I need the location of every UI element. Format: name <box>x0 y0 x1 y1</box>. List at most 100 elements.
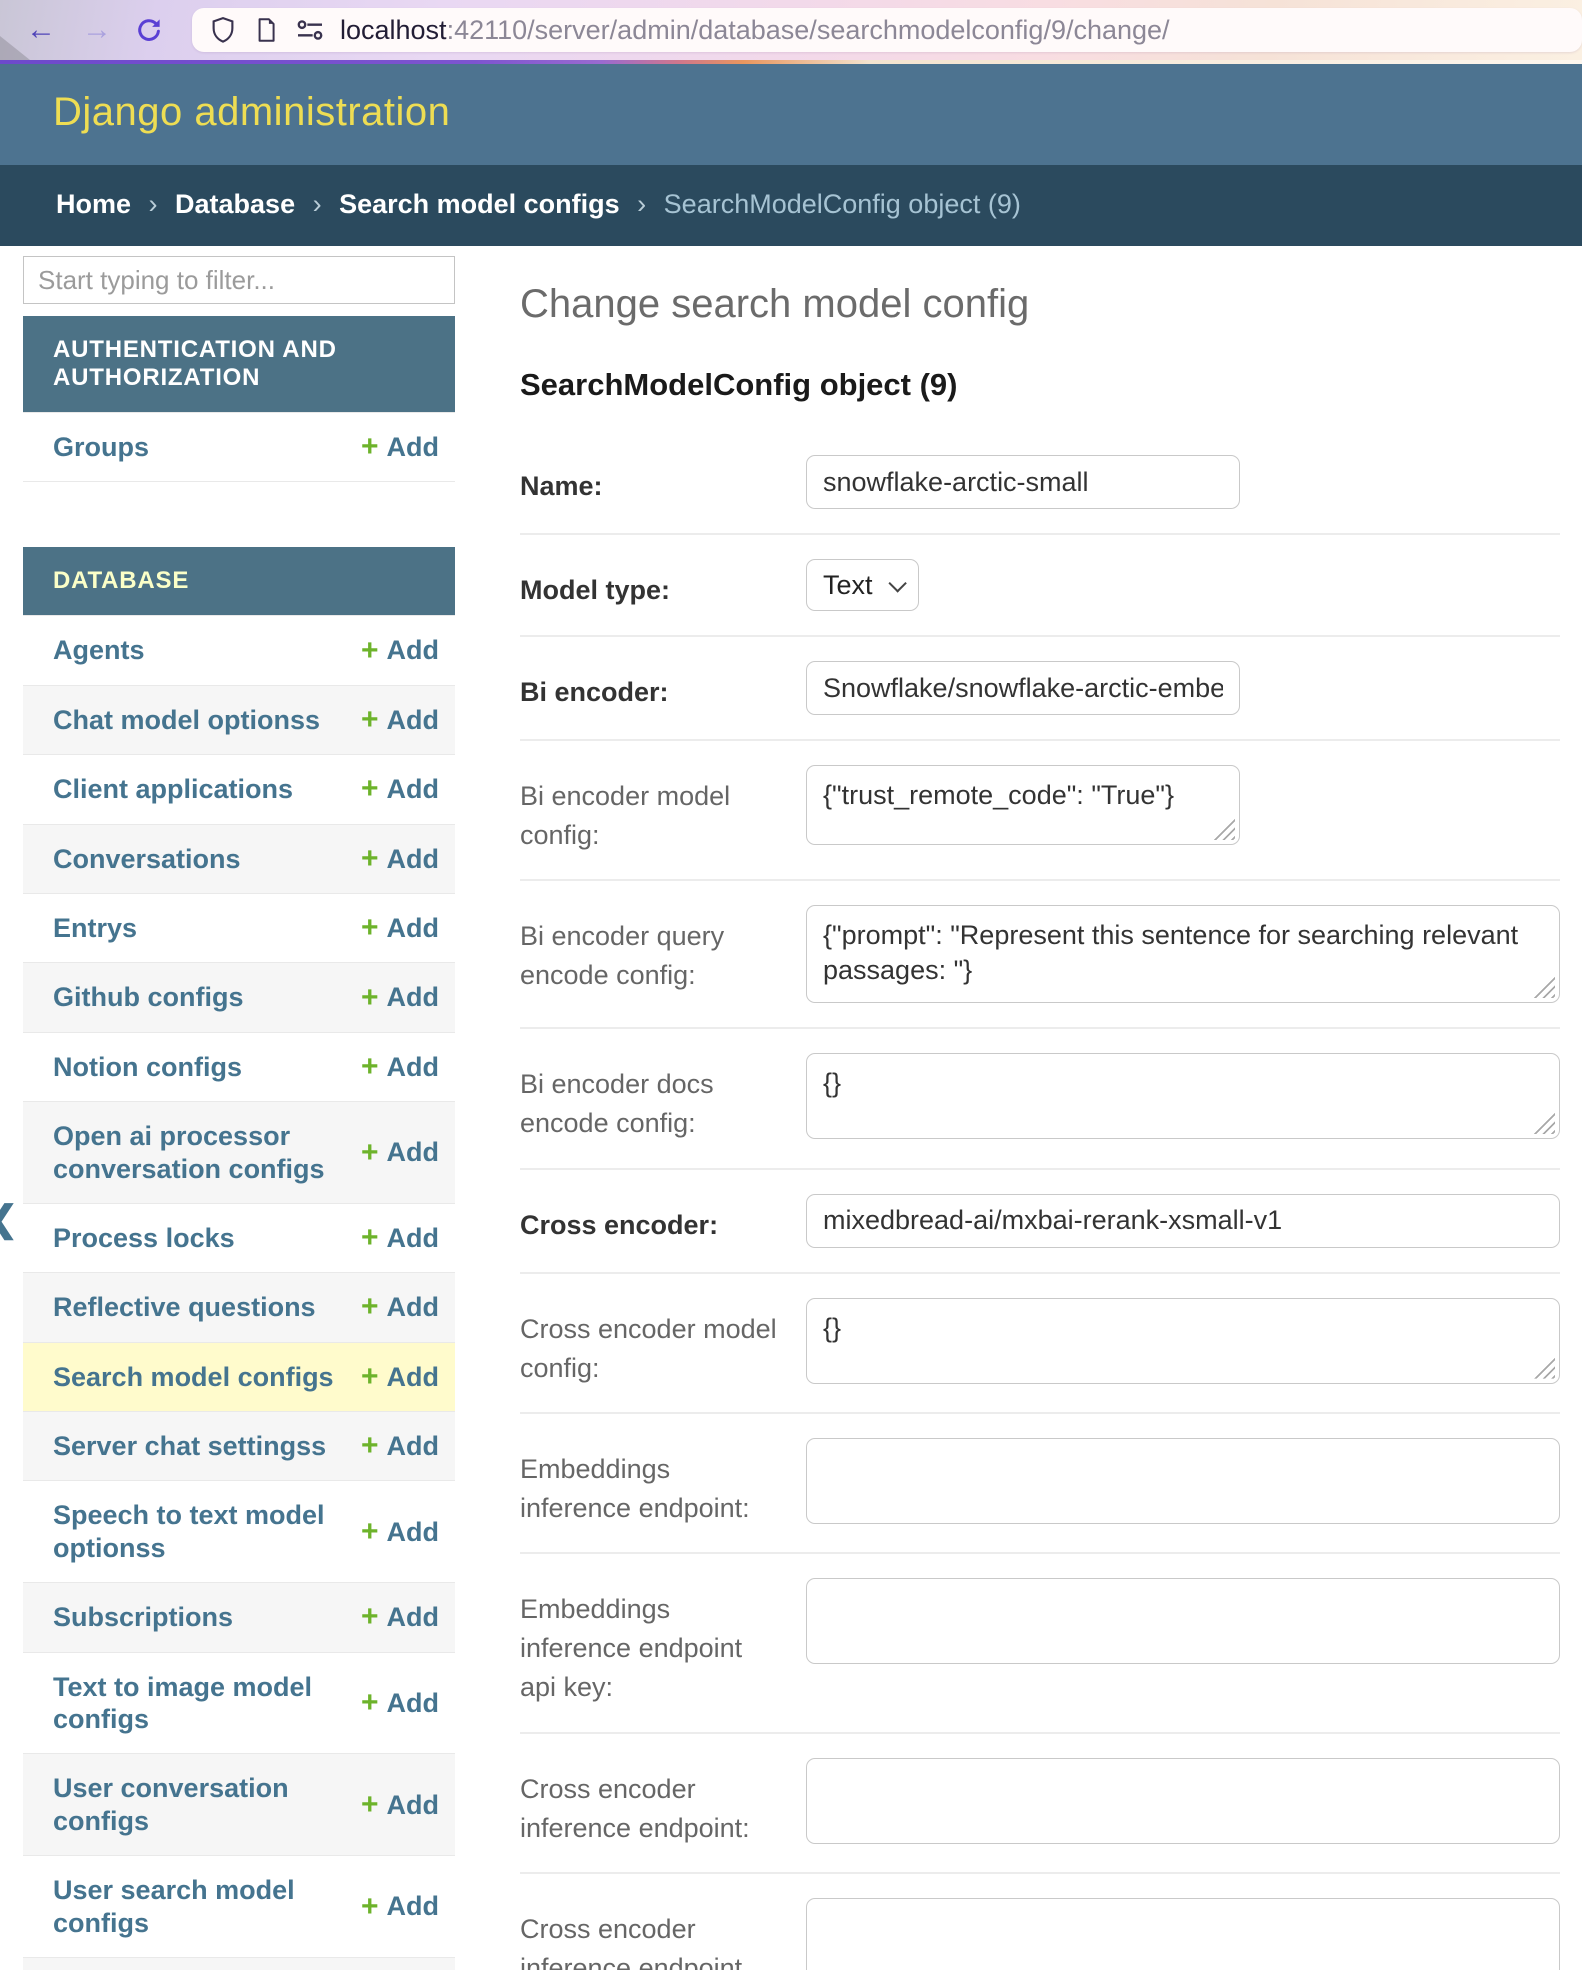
add-search-model-configs-button[interactable]: +Add <box>361 1361 439 1393</box>
browser-refresh-button[interactable] <box>134 15 164 45</box>
add-agents-button[interactable]: +Add <box>361 634 439 666</box>
plus-icon: + <box>361 636 379 666</box>
add-conversations-button[interactable]: +Add <box>361 843 439 875</box>
sidebar-link-groups[interactable]: Groups <box>53 431 149 463</box>
sidebar-item-user-search-model-configs[interactable]: User search model configs+Add <box>23 1855 455 1957</box>
plus-icon: + <box>361 1517 379 1547</box>
add-subscriptions-button[interactable]: +Add <box>361 1601 439 1633</box>
breadcrumb-link-database[interactable]: Database <box>175 189 295 219</box>
name-input[interactable] <box>806 455 1240 509</box>
breadcrumb-link-home[interactable]: Home <box>56 189 131 219</box>
embeddings-inference-endpoint-input[interactable] <box>806 1438 1560 1524</box>
chevron-down-icon <box>888 574 906 592</box>
add-label: Add <box>387 1291 439 1323</box>
sidebar-item-open-ai-processor-conversation-configs[interactable]: Open ai processor conversation configs+A… <box>23 1101 455 1203</box>
sidebar-item-server-chat-settingss[interactable]: Server chat settingss +Add <box>23 1411 455 1480</box>
embeddings-inference-endpoint-api-key-field <box>806 1578 1560 1664</box>
add-label: Add <box>387 843 439 875</box>
breadcrumb-link-search-model-configs[interactable]: Search model configs <box>339 189 620 219</box>
sidebar-link-entrys[interactable]: Entrys <box>53 912 137 944</box>
sidebar-item-reflective-questions[interactable]: Reflective questions +Add <box>23 1272 455 1341</box>
plus-icon: + <box>361 432 379 462</box>
browser-forward-button[interactable]: → <box>82 15 112 45</box>
sidebar-link-conversations[interactable]: Conversations <box>53 843 241 875</box>
sidebar-link-text-to-image-model-configs[interactable]: Text to image model configs <box>53 1671 353 1736</box>
embeddings-inference-endpoint-api-key-input[interactable] <box>806 1578 1560 1664</box>
sidebar-item-search-model-configs[interactable]: Search model configs +Add <box>23 1342 455 1411</box>
sidebar-item-groups[interactable]: Groups +Add <box>23 412 455 481</box>
add-notion-configs-button[interactable]: +Add <box>361 1051 439 1083</box>
sidebar-link-subscriptions[interactable]: Subscriptions <box>53 1601 233 1633</box>
add-chat-model-optionss-button[interactable]: +Add <box>361 704 439 736</box>
breadcrumb-separator: › <box>305 189 329 219</box>
sidebar-link-agents[interactable]: Agents <box>53 634 145 666</box>
sidebar-link-client-applications[interactable]: Client applications <box>53 773 293 805</box>
sidebar-link-user-search-model-configs[interactable]: User search model configs <box>53 1874 353 1939</box>
plus-icon: + <box>361 705 379 735</box>
bi-encoder-model-config-textarea[interactable] <box>806 765 1240 845</box>
shield-icon <box>208 14 238 46</box>
form-row-cross-encoder-inference-endpoint-api-key: Cross encoder inference endpoint api key… <box>520 1874 1560 1970</box>
model-type-select[interactable]: Text <box>806 559 919 611</box>
add-server-chat-settingss-button[interactable]: +Add <box>361 1430 439 1462</box>
sidebar-item-user-conversation-configs[interactable]: User conversation configs+Add <box>23 1753 455 1855</box>
add-process-locks-button[interactable]: +Add <box>361 1222 439 1254</box>
bi-encoder-input[interactable] <box>806 661 1240 715</box>
add-text-to-image-model-configs-button[interactable]: +Add <box>361 1687 439 1719</box>
name-field <box>806 455 1240 509</box>
sidebar-item-speech-to-text-model-optionss[interactable]: Speech to text model optionss + Add <box>23 1480 455 1582</box>
sidebar-section-database: DATABASE <box>23 547 455 615</box>
sidebar-item-conversations[interactable]: Conversations +Add <box>23 824 455 893</box>
sidebar-item-user-voice-model-configs[interactable]: User voice model configs+Add <box>23 1957 455 1970</box>
add-speech-to-text-model-optionss-button[interactable]: + Add <box>361 1516 439 1548</box>
add-label: Add <box>387 1516 439 1548</box>
change-form: Name:Model type:TextBi encoder:Bi encode… <box>520 431 1560 1970</box>
cross-encoder-inference-endpoint-input[interactable] <box>806 1758 1560 1844</box>
add-entrys-button[interactable]: +Add <box>361 912 439 944</box>
cross-encoder-model-config-textarea[interactable] <box>806 1298 1560 1384</box>
add-open-ai-processor-conversation-configs-button[interactable]: +Add <box>361 1136 439 1168</box>
bi-encoder-docs-encode-config-textarea[interactable] <box>806 1053 1560 1139</box>
url-bar[interactable]: localhost:42110/server/admin/database/se… <box>192 8 1582 52</box>
sidebar-link-chat-model-optionss[interactable]: Chat model optionss <box>53 704 320 736</box>
plus-icon: + <box>361 1790 379 1820</box>
sidebar-item-chat-model-optionss[interactable]: Chat model optionss +Add <box>23 685 455 754</box>
bi-encoder-query-encode-config-textarea[interactable] <box>806 905 1560 1003</box>
add-groups-button[interactable]: +Add <box>361 431 439 463</box>
embeddings-inference-endpoint-api-key-label: Embeddings inference endpoint api key: <box>520 1578 806 1707</box>
sidebar-link-process-locks[interactable]: Process locks <box>53 1222 235 1254</box>
sidebar-item-subscriptions[interactable]: Subscriptions +Add <box>23 1582 455 1651</box>
sidebar-item-entrys[interactable]: Entrys +Add <box>23 893 455 962</box>
add-label: Add <box>387 1687 439 1719</box>
sidebar-item-notion-configs[interactable]: Notion configs +Add <box>23 1032 455 1101</box>
sidebar-item-client-applications[interactable]: Client applications +Add <box>23 754 455 823</box>
main-content: Change search model config SearchModelCo… <box>520 282 1560 1970</box>
sidebar-item-process-locks[interactable]: Process locks +Add <box>23 1203 455 1272</box>
breadcrumb-current: SearchModelConfig object (9) <box>664 189 1021 219</box>
cross-encoder-inference-endpoint-api-key-input[interactable] <box>806 1898 1560 1970</box>
add-label: Add <box>387 1361 439 1393</box>
sidebar-link-search-model-configs[interactable]: Search model configs <box>53 1361 334 1393</box>
sidebar-item-agents[interactable]: Agents +Add <box>23 615 455 684</box>
sidebar-link-speech-to-text-model-optionss[interactable]: Speech to text model optionss <box>53 1499 353 1564</box>
sidebar-collapse-toggle[interactable]: ❮ <box>0 1198 18 1240</box>
sidebar-filter-input[interactable] <box>23 256 455 304</box>
add-client-applications-button[interactable]: +Add <box>361 773 439 805</box>
sidebar-link-open-ai-processor-conversation-configs[interactable]: Open ai processor conversation configs <box>53 1120 353 1185</box>
sidebar-link-github-configs[interactable]: Github configs <box>53 981 243 1013</box>
cross-encoder-inference-endpoint-label: Cross encoder inference endpoint: <box>520 1758 806 1848</box>
cross-encoder-input[interactable] <box>806 1194 1560 1248</box>
sidebar-item-github-configs[interactable]: Github configs +Add <box>23 962 455 1031</box>
sidebar-link-user-conversation-configs[interactable]: User conversation configs <box>53 1772 353 1837</box>
sidebar-link-reflective-questions[interactable]: Reflective questions <box>53 1291 316 1323</box>
add-user-search-model-configs-button[interactable]: +Add <box>361 1890 439 1922</box>
add-user-conversation-configs-button[interactable]: +Add <box>361 1789 439 1821</box>
breadcrumb-separator: › <box>630 189 654 219</box>
sidebar-link-server-chat-settingss[interactable]: Server chat settingss <box>53 1430 326 1462</box>
sidebar-item-text-to-image-model-configs[interactable]: Text to image model configs+Add <box>23 1652 455 1754</box>
plus-icon: + <box>361 1892 379 1922</box>
sidebar-link-notion-configs[interactable]: Notion configs <box>53 1051 242 1083</box>
browser-back-button[interactable]: ← <box>26 15 56 45</box>
add-reflective-questions-button[interactable]: +Add <box>361 1291 439 1323</box>
add-github-configs-button[interactable]: +Add <box>361 981 439 1013</box>
